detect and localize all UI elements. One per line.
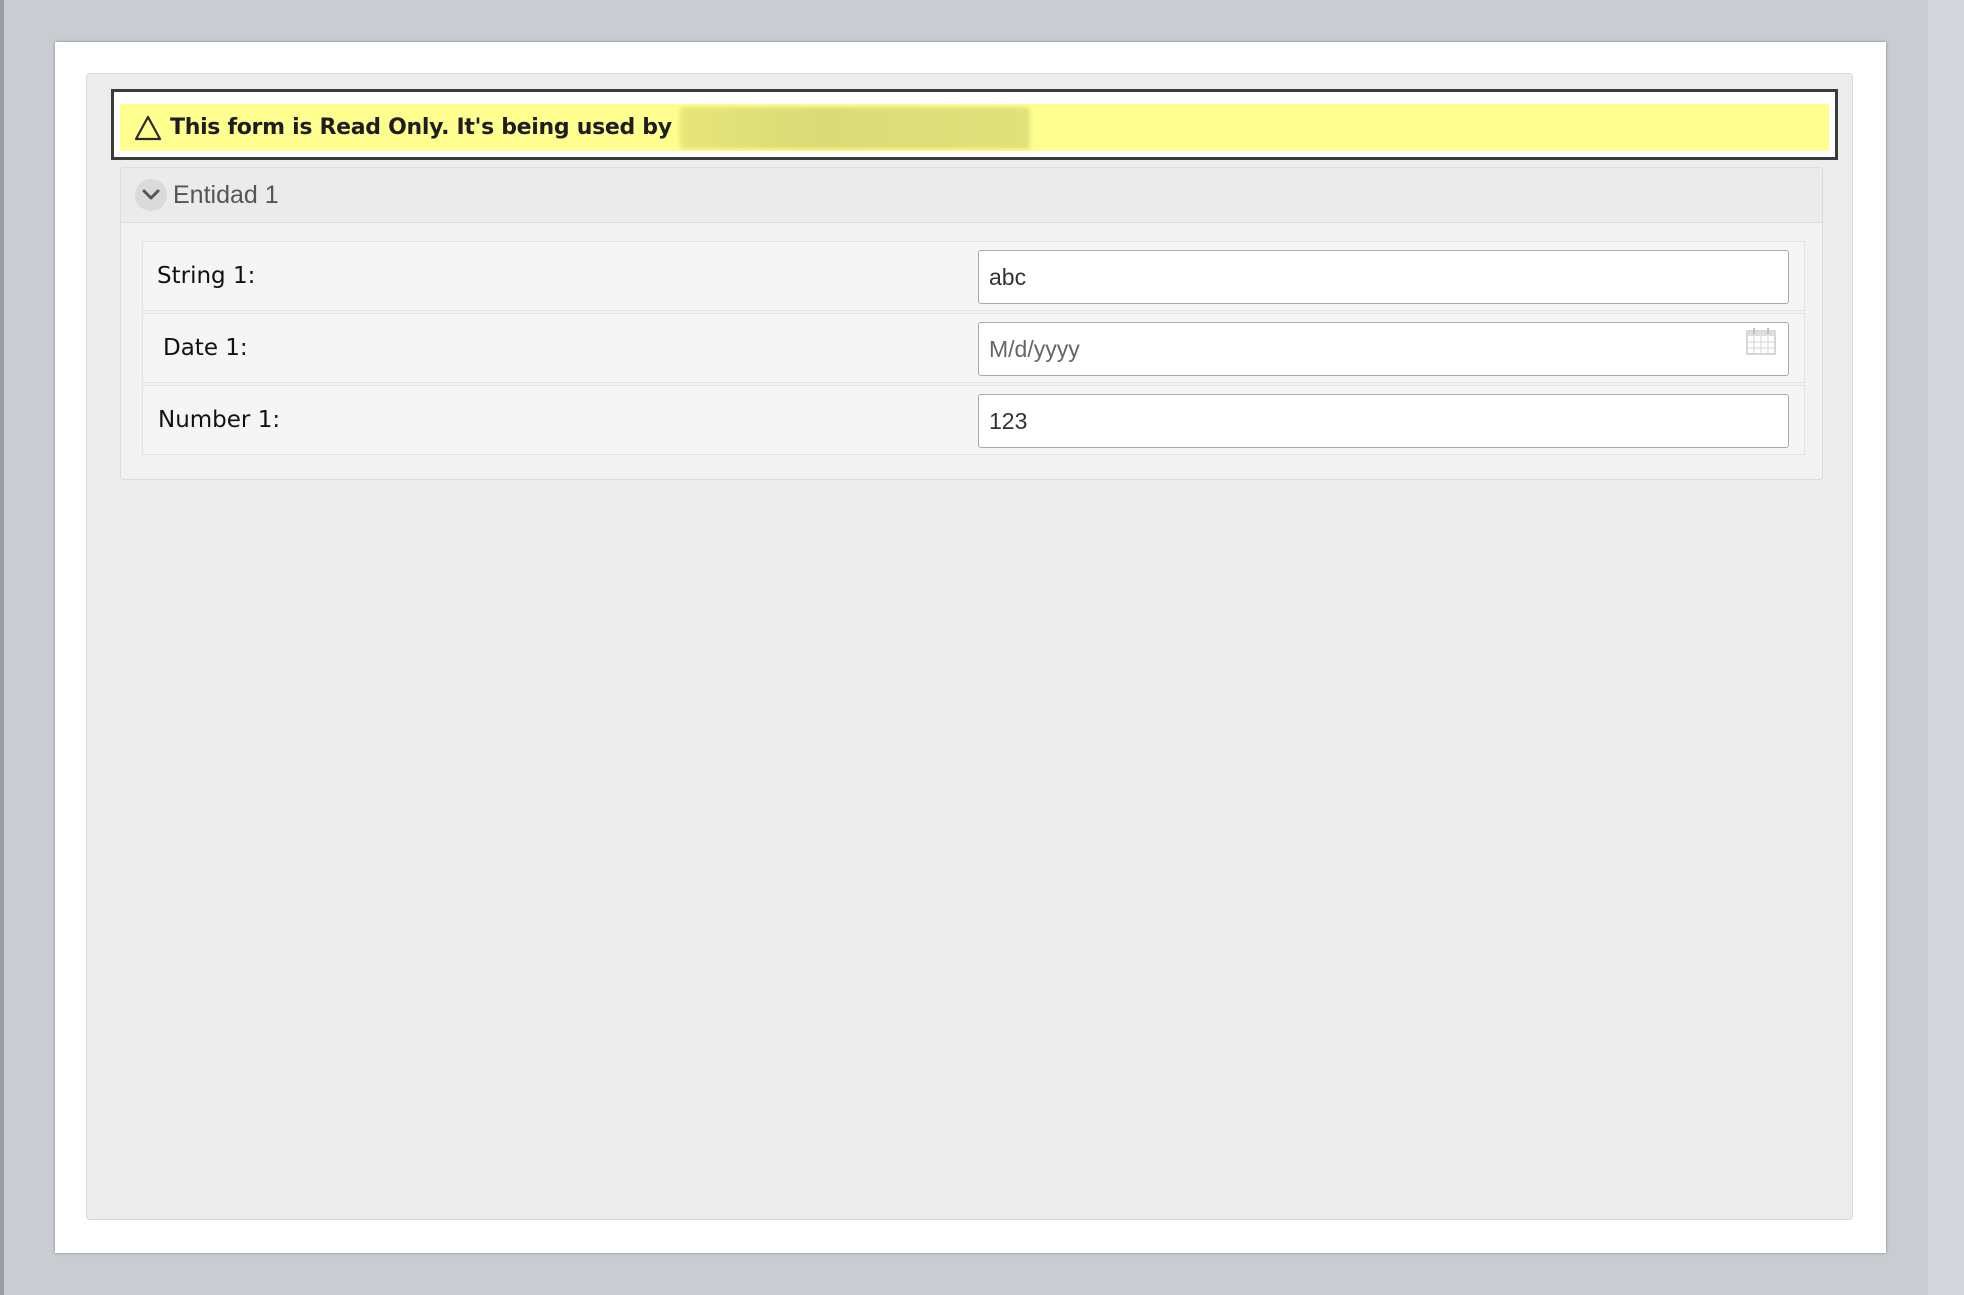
read-only-message: This form is Read Only. It's being used … [170,115,672,140]
field-row-date: Date 1: [142,313,1805,383]
entity-section: Entidad 1 String 1: Date 1: [120,167,1823,480]
field-row-string: String 1: [142,241,1805,311]
field-label-date: Date 1: [163,335,248,361]
field-label-string: String 1: [157,263,256,289]
section-header[interactable]: Entidad 1 [121,168,1822,223]
field-rows: String 1: Date 1: [142,241,1805,457]
date-input[interactable] [978,322,1789,376]
window-right-strip [1928,0,1964,1295]
string-input[interactable] [978,250,1789,304]
calendar-icon[interactable] [1745,326,1777,356]
window-left-edge [0,0,4,1295]
section-title: Entidad 1 [173,180,279,209]
field-label-number: Number 1: [158,407,281,433]
chevron-down-icon[interactable] [135,179,167,211]
form-page: This form is Read Only. It's being used … [55,42,1886,1253]
locking-user-name-obscured [679,106,1030,149]
number-input[interactable] [978,394,1789,448]
warning-triangle-icon [134,115,162,141]
field-row-number: Number 1: [142,385,1805,455]
read-only-banner-fill: This form is Read Only. It's being used … [120,104,1829,151]
form-canvas: This form is Read Only. It's being used … [86,73,1853,1220]
read-only-banner: This form is Read Only. It's being used … [111,89,1838,160]
